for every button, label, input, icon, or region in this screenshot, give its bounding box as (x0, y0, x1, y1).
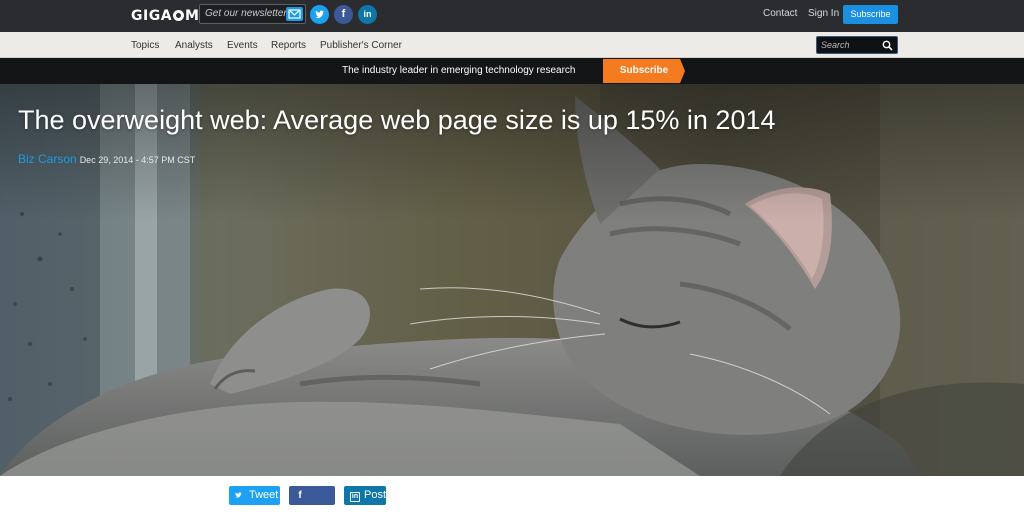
twitter-follow-button[interactable] (310, 5, 329, 24)
envelope-icon (288, 9, 301, 19)
linkedin-icon: in (363, 9, 372, 19)
nav-item-events[interactable]: Events (227, 40, 258, 52)
post-label: Post (364, 489, 387, 501)
search-input[interactable]: Search (816, 36, 898, 54)
facebook-follow-button[interactable]: f (334, 5, 353, 24)
contact-link[interactable]: Contact (763, 8, 797, 20)
search-placeholder: Search (821, 40, 850, 50)
magnifier-icon[interactable] (882, 40, 893, 51)
facebook-icon: f (298, 490, 302, 501)
sign-in-link[interactable]: Sign In (808, 8, 839, 20)
publish-date: Dec 29, 2014 - 4:57 PM CST (79, 155, 196, 165)
nav-item-topics[interactable]: Topics (131, 40, 159, 52)
facebook-share-button[interactable]: f Share (289, 486, 335, 520)
hero-banner: The overweight web: Average web page siz… (0, 84, 1024, 476)
hero-cat-image (0, 84, 1024, 476)
linkedin-icon: in (350, 492, 360, 502)
promo-text: The industry leader in emerging technolo… (342, 65, 576, 76)
nav-item-publishers-corner[interactable]: Publisher's Corner (320, 40, 402, 52)
newsletter-placeholder: Get our newsletter (205, 8, 287, 19)
twitter-icon (233, 486, 247, 505)
linkedin-follow-button[interactable]: in (358, 5, 377, 24)
logo-o-ring (173, 10, 185, 21)
article-title: The overweight web: Average web page siz… (18, 105, 776, 135)
facebook-icon: f (341, 8, 346, 20)
tweet-label: Tweet (249, 489, 279, 501)
promo-bar: The industry leader in emerging technolo… (0, 58, 1024, 84)
promo-subscribe-button[interactable]: Subscribe (603, 59, 685, 83)
article-byline: Biz Carson Dec 29, 2014 - 4:57 PM CST (18, 152, 195, 167)
share-label: Share (291, 508, 321, 520)
newsletter-input[interactable]: Get our newsletter (199, 4, 306, 24)
linkedin-post-button[interactable]: in Post (344, 486, 386, 505)
twitter-icon (315, 10, 325, 19)
author-link[interactable]: Biz Carson (18, 152, 77, 166)
top-bar: GIGA M Get our newsletter f in Contact Si… (0, 0, 1024, 32)
nav-item-reports[interactable]: Reports (271, 40, 306, 52)
tweet-button[interactable]: Tweet (229, 486, 280, 505)
newsletter-submit-button[interactable] (286, 7, 303, 21)
nav-item-analysts[interactable]: Analysts (175, 40, 213, 52)
gigaom-logo[interactable]: GIGA M (131, 7, 199, 25)
subscribe-button-header[interactable]: Subscribe (843, 5, 898, 24)
